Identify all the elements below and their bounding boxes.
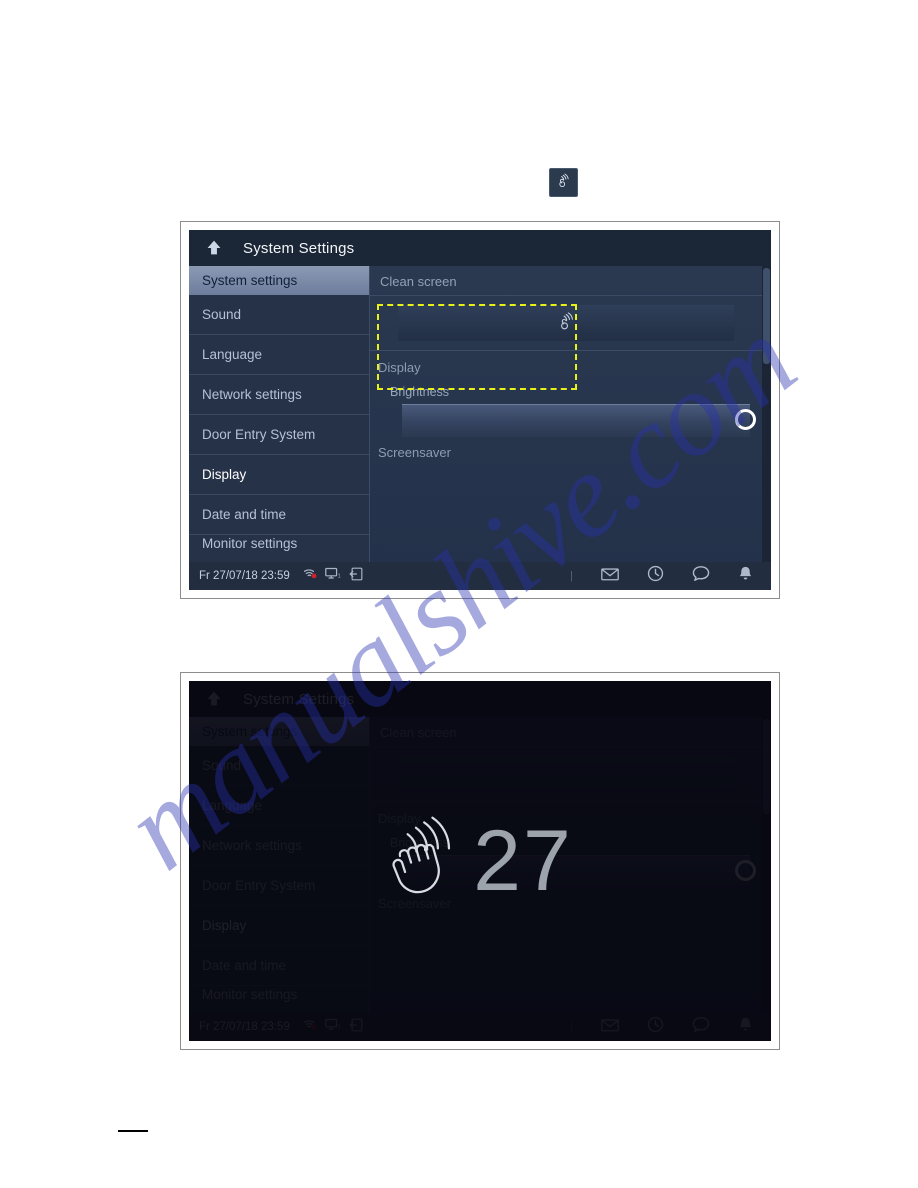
titlebar: System Settings	[189, 230, 771, 266]
device-screen: System Settings System settings Sound La…	[189, 230, 771, 590]
scrollbar-thumb[interactable]	[763, 268, 770, 364]
status-datetime: Fr 27/07/18 23:59	[199, 570, 290, 582]
figure-settings-normal: System Settings System settings Sound La…	[180, 221, 780, 599]
status-tick-marker: |	[570, 570, 573, 582]
screensaver-label: Screensaver	[378, 445, 451, 460]
svg-text:1: 1	[337, 574, 340, 580]
sidebar-item-door-entry-system[interactable]: Door Entry System	[189, 415, 369, 455]
content-pane: Clean screen Display Brightness Screensa…	[370, 266, 771, 562]
brightness-slider-knob[interactable]	[735, 409, 756, 430]
door-entry-icon[interactable]	[349, 567, 363, 586]
divider	[370, 295, 762, 296]
footer-rule	[118, 1130, 148, 1132]
sidebar: System settings Sound Language Network s…	[189, 266, 370, 562]
sidebar-item-language[interactable]: Language	[189, 335, 369, 375]
clean-screen-hand-icon	[555, 310, 577, 337]
message-icon[interactable]	[692, 565, 710, 587]
clean-screen-countdown-overlay: 27	[189, 681, 771, 1041]
sidebar-item-display[interactable]: Display	[189, 455, 369, 495]
clean-screen-label: Clean screen	[380, 274, 457, 289]
brightness-slider[interactable]	[402, 404, 762, 437]
wifi-disconnected-icon[interactable]	[303, 567, 318, 585]
brightness-label: Brightness	[390, 385, 450, 399]
settings-body: System settings Sound Language Network s…	[189, 266, 771, 562]
statusbar: Fr 27/07/18 23:59 1	[189, 562, 771, 590]
status-icons-left: 1	[303, 567, 363, 586]
sidebar-item-network-settings[interactable]: Network settings	[189, 375, 369, 415]
sidebar-item-monitor-settings[interactable]: Monitor settings	[189, 535, 369, 551]
brightness-slider-track[interactable]	[402, 404, 750, 437]
monitor-1-icon[interactable]: 1	[324, 567, 342, 585]
content-scrollbar[interactable]	[762, 266, 771, 562]
clean-screen-hand-icon	[555, 172, 572, 194]
countdown-value: 27	[473, 813, 573, 909]
display-group-label: Display	[378, 360, 421, 375]
page-title: System Settings	[243, 239, 355, 257]
history-icon[interactable]	[647, 565, 664, 587]
bell-icon[interactable]	[738, 565, 753, 587]
figure-settings-cleaning-mode: System Settings System settings Sound La…	[180, 672, 780, 1050]
sidebar-item-sound[interactable]: Sound	[189, 295, 369, 335]
sidebar-item-date-and-time[interactable]: Date and time	[189, 495, 369, 535]
mail-icon[interactable]	[601, 567, 619, 586]
back-up-arrow-icon[interactable]	[203, 237, 225, 259]
clean-screen-badge	[549, 168, 578, 197]
device-screen-dimmed: System Settings System settings Sound La…	[189, 681, 771, 1041]
clean-screen-button[interactable]	[398, 305, 734, 341]
status-icons-right: |	[570, 565, 759, 587]
sidebar-header: System settings	[189, 266, 369, 295]
content-inner: Clean screen Display Brightness Screensa…	[370, 266, 762, 562]
waving-hand-icon	[387, 813, 459, 910]
